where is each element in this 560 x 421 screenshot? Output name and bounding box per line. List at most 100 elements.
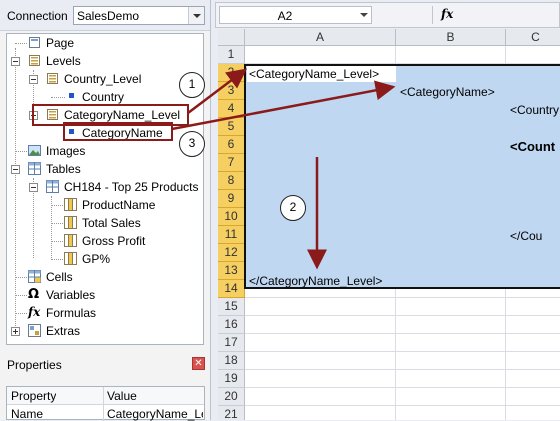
tree-label: GP% (82, 252, 111, 266)
properties-title: Properties (7, 358, 62, 372)
row-header[interactable]: 21 (218, 406, 245, 420)
name-box-value: A2 (277, 9, 293, 23)
tree-label: Formulas (46, 306, 97, 320)
column-icon (64, 216, 77, 229)
cell-c6[interactable]: <Count (510, 139, 555, 154)
row-header[interactable]: 17 (218, 334, 245, 352)
tree-label: Extras (46, 324, 81, 338)
fx-icon[interactable]: fx (441, 7, 453, 21)
tree-label: Total Sales (82, 216, 141, 230)
column-header-a[interactable]: A (245, 29, 396, 46)
row-header[interactable]: 12 (218, 244, 245, 262)
row-header[interactable]: 3 (218, 82, 245, 100)
row-header[interactable]: 15 (218, 298, 245, 316)
row-header[interactable]: 19 (218, 370, 245, 388)
cell-c4[interactable]: <Country (510, 103, 559, 117)
tree-item-formulas[interactable]: fx Formulas (7, 304, 203, 322)
cell-a2[interactable]: <CategoryName_Level> (249, 67, 379, 81)
tree-item-gp-percent[interactable]: GP% (7, 250, 203, 268)
close-icon[interactable]: ✕ (192, 357, 205, 370)
gridline (245, 333, 560, 334)
tree-item-cells[interactable]: Cells (7, 268, 203, 286)
chevron-down-icon[interactable] (360, 13, 368, 17)
row-header[interactable]: 2 (218, 64, 245, 82)
row-header[interactable]: 9 (218, 190, 245, 208)
chevron-down-icon[interactable] (188, 7, 204, 24)
connection-select[interactable]: SalesDemo (73, 6, 205, 25)
column-header-b[interactable]: B (396, 29, 506, 46)
properties-divider (103, 387, 104, 421)
gridline (245, 405, 560, 406)
gridline (245, 387, 560, 388)
cell-c11[interactable]: </Cou (510, 229, 542, 243)
row-header[interactable]: 13 (218, 262, 245, 280)
row-header[interactable]: 6 (218, 136, 245, 154)
tree-item-table-ch184[interactable]: CH184 - Top 25 Products (7, 178, 203, 196)
gridline (245, 351, 560, 352)
tree-connector (51, 205, 63, 206)
tree-connector (15, 313, 27, 314)
tree-item-tables[interactable]: Tables (7, 160, 203, 178)
tree-label: CH184 - Top 25 Products (64, 180, 199, 194)
tree-item-page[interactable]: Page (7, 34, 203, 52)
properties-col-value: Value (107, 389, 137, 403)
tree-item-gross-profit[interactable]: Gross Profit (7, 232, 203, 250)
tree-item-levels[interactable]: Levels (7, 52, 203, 70)
select-all-corner[interactable] (218, 29, 245, 46)
cell-a14[interactable]: </CategoryName_Level> (249, 274, 382, 288)
image-icon (28, 144, 41, 157)
tree-item-extras[interactable]: Extras (7, 322, 203, 340)
tree-item-productname[interactable]: ProductName (7, 196, 203, 214)
tree-label: Page (46, 36, 75, 50)
column-header-c[interactable]: C (506, 29, 560, 46)
tree-label: ProductName (82, 198, 156, 212)
callout-1: 1 (179, 72, 205, 98)
properties-grid[interactable]: Property Value Name CategoryName_Level (6, 386, 205, 421)
callout-2: 2 (280, 195, 306, 221)
tree-item-total-sales[interactable]: Total Sales (7, 214, 203, 232)
tree-item-country-level[interactable]: Country_Level (7, 70, 203, 88)
table-icon (46, 180, 59, 193)
page-icon (28, 36, 41, 49)
template-tree[interactable]: Page Levels Country_Level Country Catego… (6, 33, 204, 345)
row-header[interactable]: 10 (218, 208, 245, 226)
tree-connector (51, 241, 63, 242)
row-header[interactable]: 16 (218, 316, 245, 334)
expand-icon[interactable] (11, 327, 20, 336)
gridline (245, 297, 560, 298)
connection-bar: Connection SalesDemo (0, 0, 210, 31)
gridline (245, 315, 560, 316)
callout-3: 3 (179, 131, 205, 157)
tree-item-variables[interactable]: Ω Variables (7, 286, 203, 304)
tree-item-images[interactable]: Images (7, 142, 203, 160)
row-header[interactable]: 4 (218, 100, 245, 118)
row-header[interactable]: 14 (218, 280, 245, 298)
property-name: Name (11, 407, 44, 421)
collapse-icon[interactable] (11, 165, 20, 174)
collapse-icon[interactable] (29, 75, 38, 84)
row-header[interactable]: 11 (218, 226, 245, 244)
omega-icon: Ω (28, 287, 40, 302)
collapse-icon[interactable] (11, 57, 20, 66)
row-header[interactable]: 18 (218, 352, 245, 370)
name-box[interactable]: A2 (219, 6, 372, 24)
column-icon (64, 252, 77, 265)
row-header[interactable]: 5 (218, 118, 245, 136)
tree-connector (15, 277, 27, 278)
cell-b3[interactable]: <CategoryName> (400, 85, 495, 99)
property-value[interactable]: CategoryName_Level (107, 407, 203, 421)
tree-connector (15, 295, 27, 296)
row-header[interactable]: 8 (218, 172, 245, 190)
collapse-icon[interactable] (29, 183, 38, 192)
tree-connector (51, 259, 63, 260)
column-icon (64, 234, 77, 247)
connection-label: Connection (7, 9, 68, 23)
highlight-box-field (63, 122, 173, 141)
spreadsheet-grid[interactable]: A B C 1234567891011121314151617181920212… (218, 29, 560, 420)
formula-bar: A2 fx (215, 2, 560, 28)
tree-label: Levels (46, 54, 81, 68)
connection-value: SalesDemo (77, 9, 140, 23)
row-header[interactable]: 7 (218, 154, 245, 172)
row-header[interactable]: 20 (218, 388, 245, 406)
row-header[interactable]: 1 (218, 46, 245, 64)
